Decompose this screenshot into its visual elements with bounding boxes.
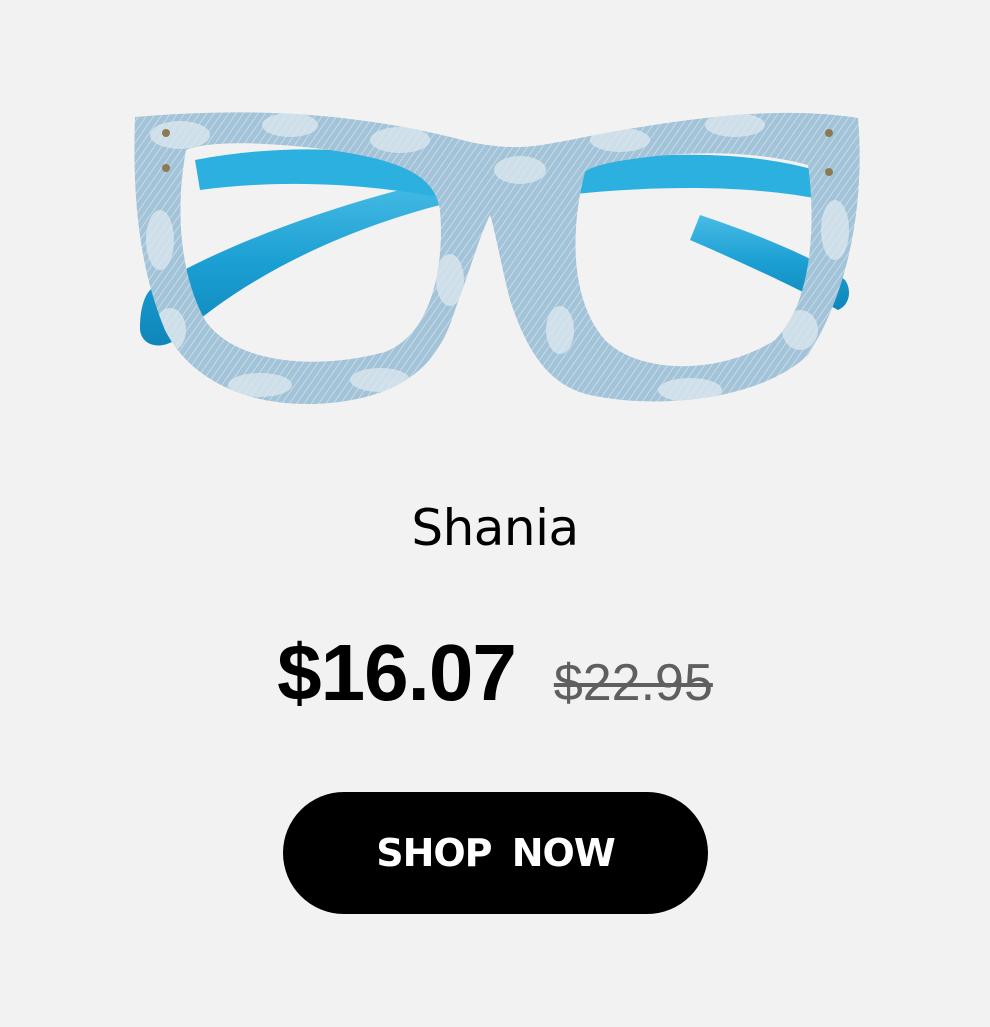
product-name[interactable]: Shania: [0, 493, 990, 563]
sale-price: $16.07: [277, 628, 517, 717]
shop-now-label: SHOP NOW: [376, 831, 616, 875]
price-row: $16.07 $22.95: [0, 628, 990, 728]
shop-now-button[interactable]: SHOP NOW: [283, 792, 708, 914]
product-card: Shania $16.07 $22.95 SHOP NOW: [0, 0, 990, 1027]
original-price: $22.95: [553, 654, 713, 712]
eyeglasses-image[interactable]: [0, 0, 990, 450]
